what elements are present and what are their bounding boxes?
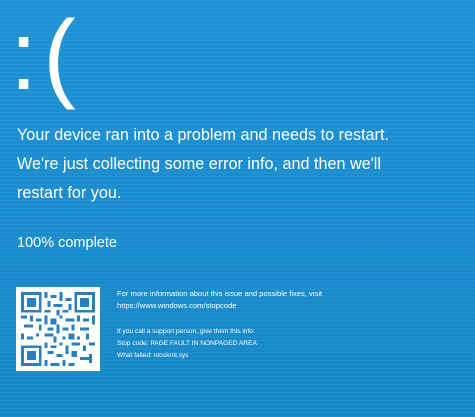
error-message: Your device ran into a problem and needs… (17, 121, 472, 208)
error-message-line-1: Your device ran into a problem and needs… (17, 126, 389, 144)
support-text: If you call a support person, give them … (117, 328, 255, 335)
error-message-line-2: We're just collecting some error info, a… (17, 155, 381, 173)
what-failed: What failed: ntoskrnl.sys (117, 352, 189, 359)
info-text: For more information about this issue an… (117, 289, 323, 298)
sad-face-icon: :( (10, 0, 82, 110)
info-block: For more information about this issue an… (117, 288, 473, 362)
bsod-screen: :( Your device ran into a problem and ne… (0, 0, 475, 417)
stopcode-link[interactable]: https://www.windows.com/stopcode (117, 300, 473, 312)
qr-code-icon (16, 287, 100, 371)
progress-text: 100% complete (17, 235, 117, 251)
stop-code: Stop code: PAGE FAULT IN NONPAGED AREA (117, 340, 257, 347)
error-message-line-3: restart for you. (17, 184, 122, 202)
